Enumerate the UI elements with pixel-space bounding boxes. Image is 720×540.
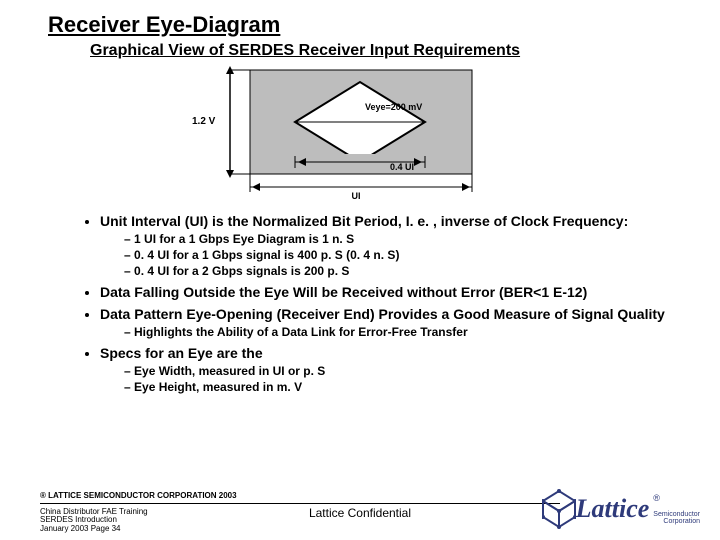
sub-item: Highlights the Ability of a Data Link fo… bbox=[124, 325, 680, 339]
footer-rule bbox=[40, 503, 560, 504]
sub-item: Eye Height, measured in m. V bbox=[124, 380, 680, 394]
registered-icon: ® bbox=[653, 493, 660, 503]
list-item: Specs for an Eye are the Eye Width, meas… bbox=[100, 345, 680, 394]
page-title: Receiver Eye-Diagram bbox=[48, 12, 680, 38]
logo-sub: Semiconductor bbox=[653, 511, 700, 518]
bullet-text: Specs for an Eye are the bbox=[100, 345, 263, 361]
footer-line: January 2003 Page 34 bbox=[40, 525, 148, 534]
confidential-label: Lattice Confidential bbox=[0, 506, 720, 520]
logo-text: Lattice bbox=[576, 494, 650, 524]
footer-line: China Distributor FAE Training bbox=[40, 508, 148, 517]
footer-line: SERDES Introduction bbox=[40, 516, 148, 525]
bullet-list: Unit Interval (UI) is the Normalized Bit… bbox=[70, 213, 680, 394]
ui-label: UI bbox=[352, 191, 361, 201]
footer-left: China Distributor FAE Training SERDES In… bbox=[40, 508, 148, 534]
sub-item: 1 UI for a 1 Gbps Eye Diagram is 1 n. S bbox=[124, 232, 680, 246]
logo-sub: Corporation bbox=[653, 518, 700, 525]
sub-item: 0. 4 UI for a 2 Gbps signals is 200 p. S bbox=[124, 264, 680, 278]
bullet-text: Unit Interval (UI) is the Normalized Bit… bbox=[100, 213, 628, 229]
bullet-text: Data Falling Outside the Eye Will be Rec… bbox=[100, 284, 587, 300]
lattice-mark-icon bbox=[542, 489, 576, 529]
copyright: ® LATTICE SEMICONDUCTOR CORPORATION 2003 bbox=[40, 491, 237, 500]
list-item: Data Falling Outside the Eye Will be Rec… bbox=[100, 284, 680, 300]
lattice-logo: Lattice ® Semiconductor Corporation bbox=[542, 486, 700, 532]
veye-label: Veye=200 mV bbox=[365, 102, 422, 112]
inner-ui-label: 0.4 UI bbox=[390, 162, 414, 172]
footer: ® LATTICE SEMICONDUCTOR CORPORATION 2003… bbox=[0, 480, 720, 540]
subtitle: Graphical View of SERDES Receiver Input … bbox=[90, 42, 680, 60]
sub-item: Eye Width, measured in UI or p. S bbox=[124, 364, 680, 378]
bullet-text: Data Pattern Eye-Opening (Receiver End) … bbox=[100, 306, 665, 322]
list-item: Data Pattern Eye-Opening (Receiver End) … bbox=[100, 306, 680, 339]
sub-item: 0. 4 UI for a 1 Gbps signal is 400 p. S … bbox=[124, 248, 680, 262]
y-label: 1.2 V bbox=[192, 116, 216, 127]
list-item: Unit Interval (UI) is the Normalized Bit… bbox=[100, 213, 680, 278]
eye-diagram-figure: 1.2 V Veye=200 mV 0.4 UI UI bbox=[190, 62, 680, 207]
